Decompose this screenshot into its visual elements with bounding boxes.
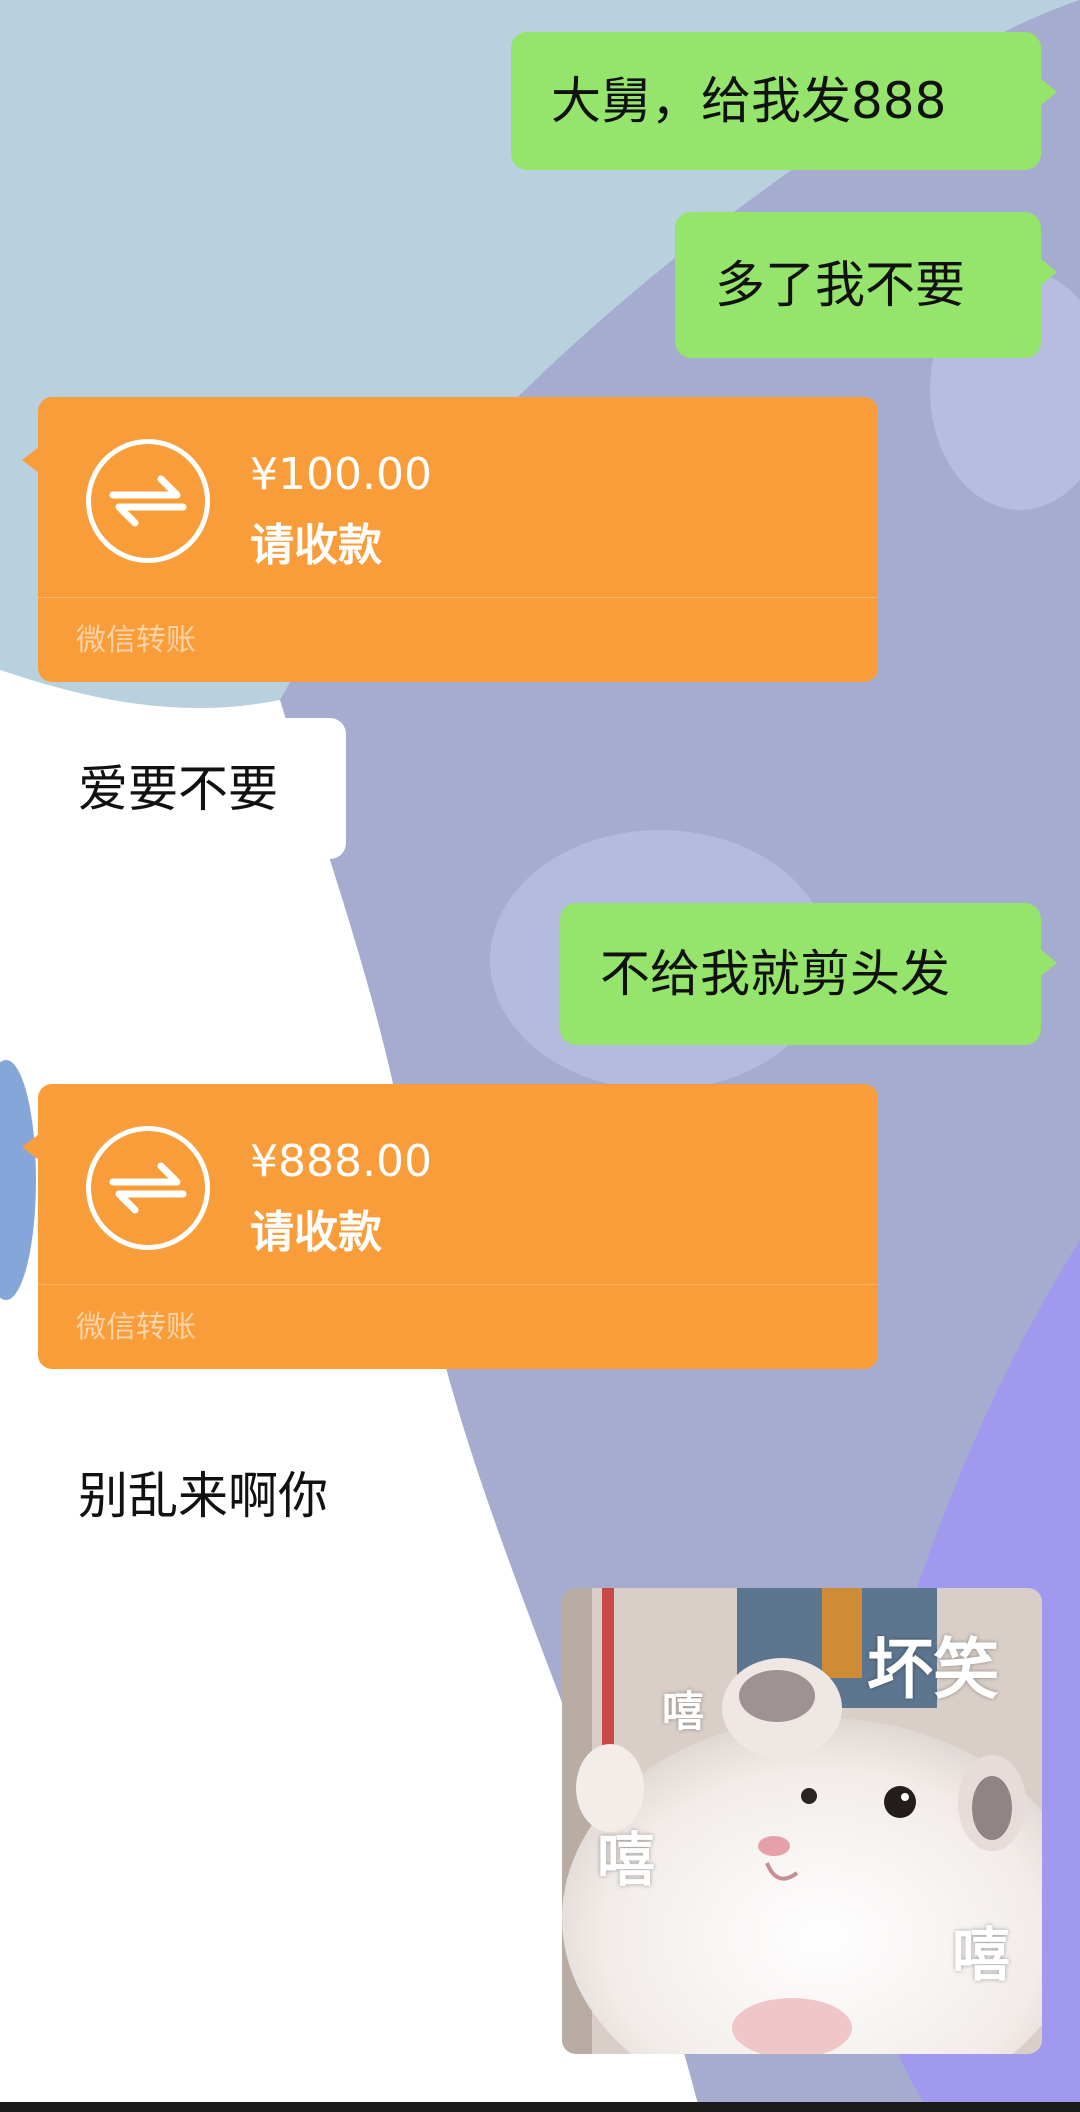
sticker-caption: 嘻 <box>952 1921 1011 1989</box>
transfer-arrows-icon <box>86 439 210 563</box>
bottom-edge-bar <box>0 2102 1080 2112</box>
message-bubble-incoming[interactable]: 爱要不要 <box>22 718 346 859</box>
transfer-amount: ¥100.00 <box>250 449 432 500</box>
transfer-footer: 微信转账 <box>76 623 196 658</box>
sticker-caption: 嘻 <box>597 1826 656 1894</box>
message-text: 大舅，给我发888 <box>551 72 947 130</box>
transfer-card[interactable]: ¥888.00 请收款 微信转账 <box>22 1084 878 1369</box>
transfer-divider <box>38 1284 878 1285</box>
transfer-footer: 微信转账 <box>76 1310 196 1345</box>
transfer-status: 请收款 <box>250 1207 382 1258</box>
message-bubble-outgoing[interactable]: 不给我就剪头发 <box>560 903 1057 1045</box>
sticker-caption: 坏笑 <box>867 1631 999 1708</box>
message-text: 别乱来啊你 <box>78 1467 328 1525</box>
transfer-amount: ¥888.00 <box>250 1136 432 1187</box>
transfer-divider <box>38 597 878 598</box>
message-bubble-outgoing[interactable]: 多了我不要 <box>675 212 1057 358</box>
transfer-card[interactable]: ¥100.00 请收款 微信转账 <box>22 397 878 682</box>
message-text: 多了我不要 <box>715 256 965 314</box>
message-text: 不给我就剪头发 <box>600 945 950 1003</box>
message-text-incoming[interactable]: 别乱来啊你 <box>78 1456 328 1528</box>
transfer-arrows-icon <box>86 1126 210 1250</box>
message-text: 爱要不要 <box>78 759 278 818</box>
transfer-status: 请收款 <box>250 520 382 571</box>
message-bubble-outgoing[interactable]: 大舅，给我发888 <box>511 32 1057 170</box>
sticker-caption: 嘻 <box>662 1687 705 1736</box>
hamster-sticker[interactable]: 坏笑 嘻 嘻 嘻 <box>562 1588 1042 2054</box>
